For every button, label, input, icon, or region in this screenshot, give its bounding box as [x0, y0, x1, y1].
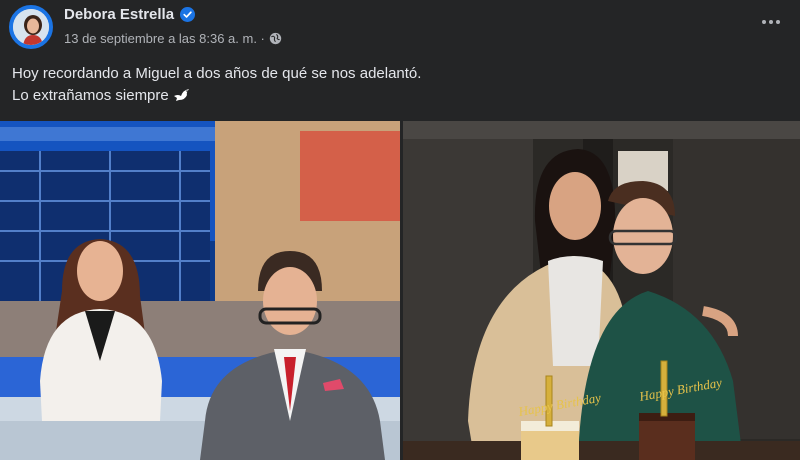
author-name[interactable]: Debora Estrella — [64, 6, 174, 23]
more-options-icon — [762, 20, 780, 24]
post-text-line-1: Hoy recordando a Miguel a dos años de qu… — [12, 65, 422, 82]
more-options-button[interactable] — [756, 10, 786, 34]
photo-grid: Happy Birthday Happy Birthday — [0, 121, 800, 460]
post-text-line-2: Lo extrañamos siempre — [12, 85, 421, 107]
globe-icon — [269, 32, 282, 45]
post-text: Hoy recordando a Miguel a dos años de qu… — [12, 63, 421, 107]
post-text-line-2-text: Lo extrañamos siempre — [12, 87, 169, 104]
photo-birthday[interactable]: Happy Birthday Happy Birthday — [403, 121, 800, 460]
photo-news-studio[interactable] — [0, 121, 400, 460]
post-timestamp[interactable]: 13 de septiembre a las 8:36 a. m. · — [64, 31, 265, 46]
verified-badge-icon — [180, 7, 196, 22]
author-avatar[interactable] — [9, 5, 53, 49]
post-header: Debora Estrella 13 de septiembre a las 8… — [0, 0, 800, 58]
dove-emoji-icon — [173, 89, 189, 101]
